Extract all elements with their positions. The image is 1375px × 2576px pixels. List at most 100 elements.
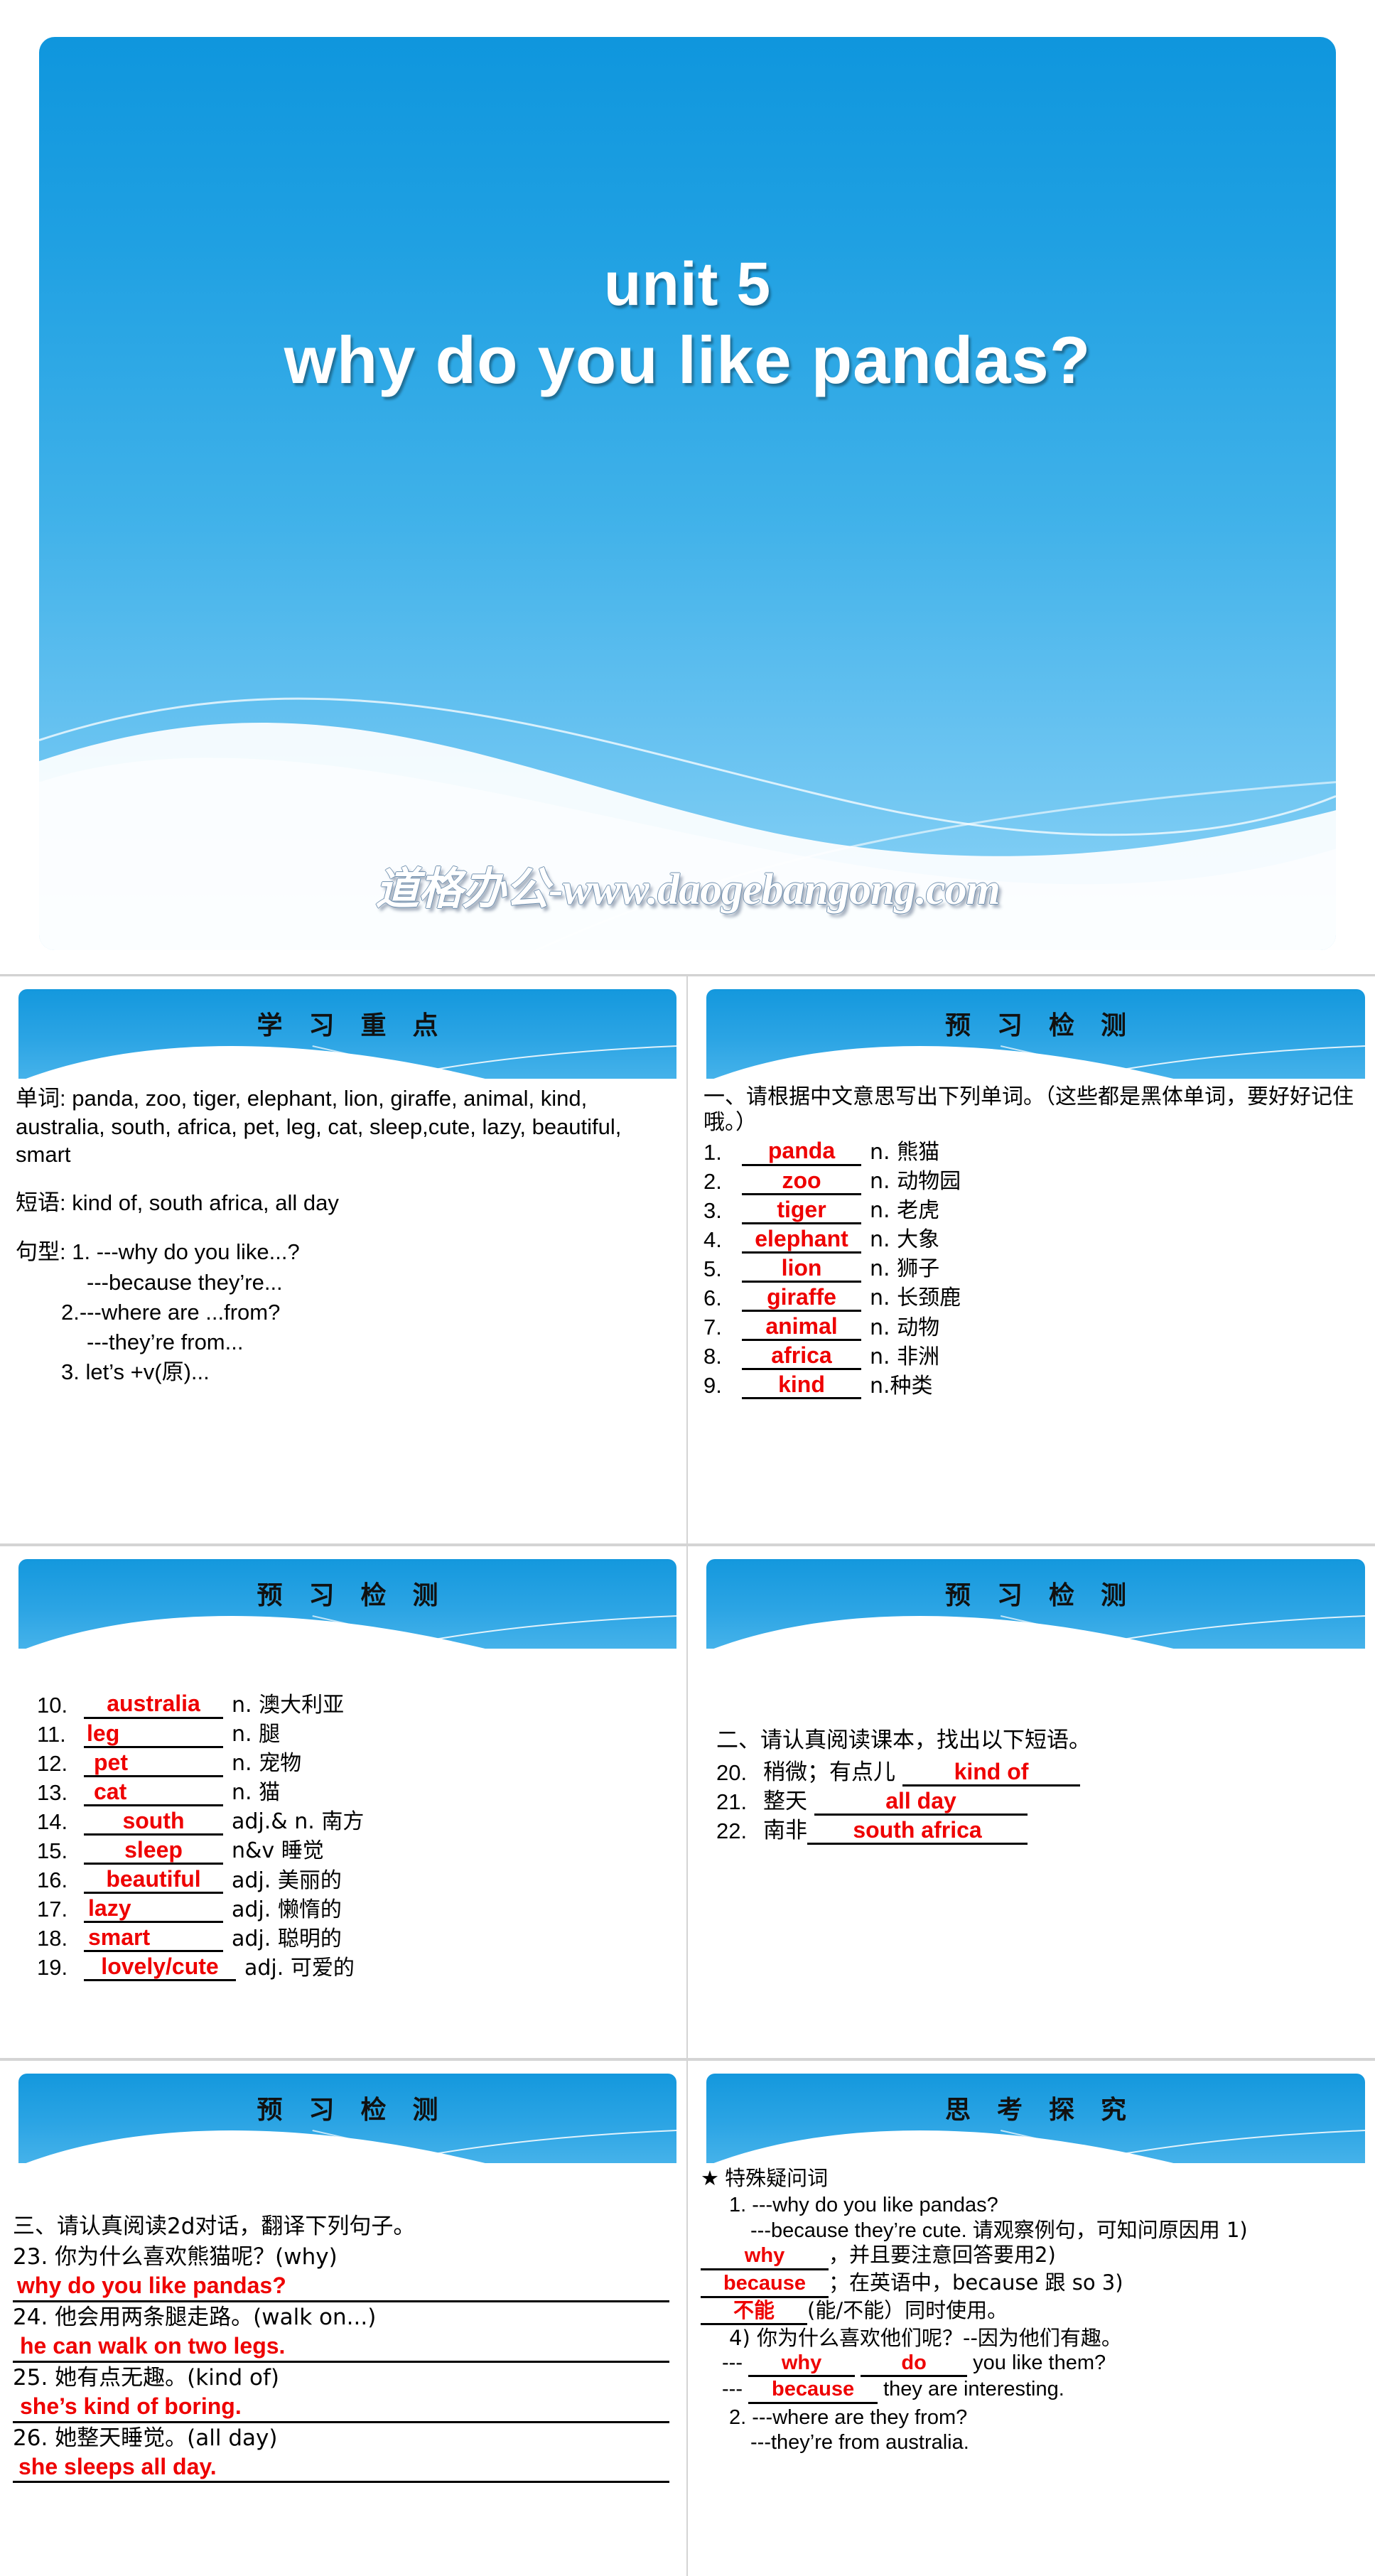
answer-text: she sleeps all day.: [18, 2453, 217, 2479]
vocab-row: 8. africa n. 非洲: [703, 1342, 1358, 1371]
vocab-row: 7. animal n. 动物: [703, 1313, 1358, 1342]
answer-blank: sleep: [84, 1838, 223, 1865]
title-line-2: why do you like pandas?: [284, 323, 1091, 398]
item-definition: n. 动物园: [870, 1169, 961, 1195]
blank-3: 不能: [701, 2298, 807, 2325]
item-definition: n.种类: [870, 1373, 933, 1399]
vocab-row: 15. sleep n&v 睡觉: [37, 1837, 669, 1865]
answer-text: he can walk on two legs.: [20, 2332, 286, 2359]
words-label: 单词: [16, 1086, 60, 1111]
slide-title: 思 考 探 究: [944, 2096, 1136, 2124]
slide-preview-test-1: 预 习 检 测 一、请根据中文意思写出下列单词。（这些都是黑体单词，要好好记住哦…: [698, 989, 1365, 1534]
question-4: 4) 你为什么喜欢他们呢？--因为他们有趣。: [729, 2325, 1122, 2350]
item-definition: n. 长颈鹿: [870, 1286, 961, 1311]
item-definition: n. 猫: [232, 1780, 281, 1806]
phrase-row: 22. 南非 south africa: [716, 1817, 1358, 1845]
vocab-row: 4. elephant n. 大象: [703, 1226, 1358, 1254]
explanation-part-a: 请观察例句，可知问原因用 1): [972, 2217, 1248, 2242]
instruction-text: 二、请认真阅读课本，找出以下短语。: [716, 1728, 1091, 1753]
answer-blank: kind: [742, 1372, 861, 1400]
slide-content: ★ 特殊疑问词 1. ---why do you like pandas? --…: [698, 2163, 1365, 2566]
item-definition: n. 大象: [870, 1227, 940, 1253]
item-chinese: 26. 她整天睡觉。(all day): [13, 2425, 278, 2451]
explanation-part-b: ，并且要注意回答要用2): [829, 2243, 1056, 2268]
q4-answer-line: --- why do you like them?: [701, 2351, 1358, 2378]
vocab-row: 12. pet n. 宠物: [37, 1750, 669, 1778]
item-chinese: 24. 他会用两条腿走路。(walk on...): [13, 2304, 377, 2330]
pattern-2: ---because they’re...: [87, 1270, 283, 1295]
slide-row-1: 学 习 重 点 单词: panda, zoo, tiger, elephant,…: [0, 976, 1375, 1545]
item-chinese: 稍微；有点儿: [763, 1759, 895, 1786]
slide-preview-test-2: 预 习 检 测 10. australia n. 澳大利亚 11. leg n. 腿 1…: [10, 1559, 676, 2048]
phrase-row: 21. 整天 all day: [716, 1788, 1358, 1816]
item-definition: adj. 美丽的: [232, 1868, 342, 1893]
item-number: 3.: [703, 1198, 722, 1224]
answer-blank: cat: [84, 1779, 223, 1807]
item-number: 2.: [703, 1169, 722, 1195]
patterns-line-1: 句型: 1. ---why do you like...?: [16, 1239, 300, 1266]
example-question: 1. ---why do you like pandas?: [729, 2193, 998, 2216]
explanation-part-d: (能/不能）同时使用。: [807, 2297, 1008, 2322]
slide-content: 三、请认真阅读2d对话，翻译下列句子。 23. 你为什么喜欢熊猫呢？(why) …: [10, 2163, 676, 2566]
a4-line: --- because they are interesting.: [701, 2377, 1358, 2405]
vocab-row: 17. lazy adj. 懒惰的: [37, 1895, 669, 1924]
item-number: 11.: [37, 1722, 66, 1747]
blank-2: because: [701, 2271, 829, 2298]
q4-blank-2: do: [861, 2351, 968, 2378]
star-heading-line: ★ 特殊疑问词: [701, 2166, 1358, 2192]
item-definition: n. 熊猫: [870, 1140, 940, 1165]
item-chinese: 南非: [763, 1818, 807, 1844]
phrase-row: 20. 稍微；有点儿 kind of: [716, 1759, 1358, 1787]
slide-header-bar: 思 考 探 究: [706, 2074, 1365, 2163]
slide-title: 预 习 检 测: [944, 1581, 1136, 1610]
slide-cell-think-explore: 思 考 探 究 ★ 特殊疑问词 1. ---why do you like pa…: [688, 2061, 1375, 2576]
answer-blank: south: [84, 1809, 223, 1836]
item-number: 14.: [37, 1809, 68, 1835]
answer-blank: lion: [742, 1256, 861, 1283]
answer-blank: south africa: [807, 1818, 1028, 1845]
vocab-row: 6. giraffe n. 长颈鹿: [703, 1284, 1358, 1313]
item-definition: n. 宠物: [232, 1751, 302, 1777]
translation-row: 23. 你为什么喜欢熊猫呢？(why) why do you like pand…: [13, 2243, 669, 2302]
item-number: 8.: [703, 1344, 722, 1369]
answer-blank: panda: [742, 1139, 861, 1167]
page-title: unit 5 why do you like pandas?: [39, 250, 1336, 398]
item-number: 17.: [37, 1897, 68, 1922]
slide-header-bar: 学 习 重 点: [18, 989, 676, 1079]
item-number: 5.: [703, 1256, 722, 1282]
slide-content: 二、请认真阅读课本，找出以下短语。 20. 稍微；有点儿 kind of 21.…: [698, 1649, 1365, 2048]
vocab-row: 10. australia n. 澳大利亚: [37, 1691, 669, 1720]
item-number: 22.: [716, 1818, 748, 1844]
vocab-row: 11. leg n. 腿: [37, 1720, 669, 1749]
item-number: 26.: [13, 2425, 48, 2451]
vocab-row: 18. smart adj. 聪明的: [37, 1924, 669, 1953]
item-number: 20.: [716, 1760, 748, 1786]
answer-blank: zoo: [742, 1168, 861, 1196]
item-definition: n. 狮子: [870, 1256, 940, 1282]
slide-header-bar: 预 习 检 测: [706, 1559, 1365, 1649]
answer-blank: animal: [742, 1314, 861, 1342]
watermark: 道格办公-www.daogebangong.com: [375, 866, 1001, 914]
answer-blank: africa: [742, 1343, 861, 1371]
question-2-answer: ---they’re from australia.: [750, 2430, 969, 2454]
item-definition: adj. 懒惰的: [232, 1897, 342, 1922]
slide-content: 单词: panda, zoo, tiger, elephant, lion, g…: [10, 1079, 676, 1534]
pattern-5: 3. let’s +v(原)...: [61, 1359, 210, 1385]
dash-marker: ---: [722, 2378, 743, 2401]
vocab-row: 14. south adj.& n. 南方: [37, 1808, 669, 1836]
a4-blank: because: [748, 2377, 878, 2405]
patterns-label: 句型: [16, 1239, 60, 1266]
slide-content: 10. australia n. 澳大利亚 11. leg n. 腿 12. pet n. …: [10, 1649, 676, 2048]
vocab-row: 2. zoo n. 动物园: [703, 1168, 1358, 1196]
slide-think-explore: 思 考 探 究 ★ 特殊疑问词 1. ---why do you like pa…: [698, 2074, 1365, 2566]
slide-title: 预 习 检 测: [257, 1581, 448, 1610]
slide-row-3: 预 习 检 测 三、请认真阅读2d对话，翻译下列句子。 23. 你为什么喜欢熊猫…: [0, 2061, 1375, 2576]
pattern-3: 2.---where are ...from?: [61, 1300, 281, 1325]
item-number: 18.: [37, 1926, 68, 1951]
item-number: 23.: [13, 2244, 48, 2270]
item-number: 15.: [37, 1838, 68, 1864]
answer-blank: giraffe: [742, 1285, 861, 1313]
slide-cell-preview-test-2: 预 习 检 测 10. australia n. 澳大利亚 11. leg n. 腿 1…: [0, 1546, 688, 2059]
item-number: 4.: [703, 1227, 722, 1253]
q4-blank-1: why: [748, 2351, 856, 2378]
